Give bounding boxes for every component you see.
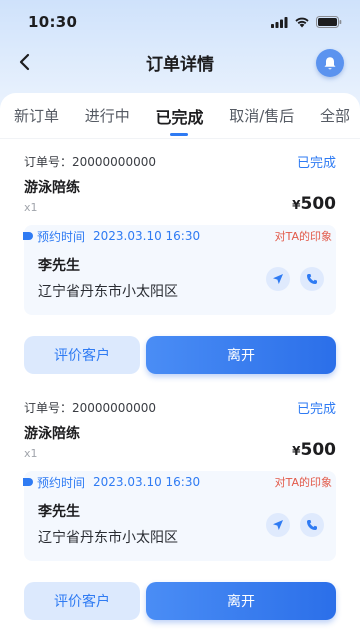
order-status: 已完成 xyxy=(296,401,336,417)
status-icons xyxy=(271,16,342,28)
order-card[interactable]: 订单号：20000000000 已完成 游泳陪练 x1 ¥500 预约时间 20… xyxy=(0,139,360,385)
impression-link[interactable]: 对TA的印象 xyxy=(275,474,332,490)
status-bar: 10:30 xyxy=(0,0,360,44)
call-button[interactable] xyxy=(300,513,324,537)
client-address: 辽宁省丹东市小太阳区 xyxy=(38,530,178,546)
tab-all[interactable]: 全部 xyxy=(320,105,350,126)
tab-new-orders[interactable]: 新订单 xyxy=(14,105,59,126)
location-arrow-icon xyxy=(273,274,283,284)
appointment-label: 预约时间 xyxy=(37,475,86,490)
navigate-button[interactable] xyxy=(266,267,290,291)
back-icon[interactable] xyxy=(12,50,36,74)
rate-client-button[interactable]: 评价客户 xyxy=(24,582,140,620)
signal-icon xyxy=(271,16,288,28)
status-time: 10:30 xyxy=(28,13,78,31)
client-name: 李先生 xyxy=(38,504,80,520)
appointment-box: 预约时间 2023.03.10 16:30 对TA的印象 李先生 辽宁省丹东市小… xyxy=(23,471,336,561)
price-value: 500 xyxy=(300,194,337,214)
appointment-flag-icon xyxy=(23,478,33,486)
tab-in-progress[interactable]: 进行中 xyxy=(85,105,130,126)
navigation-bar: 订单详情 xyxy=(0,44,360,80)
phone-icon xyxy=(307,520,317,530)
page-title: 订单详情 xyxy=(146,54,214,75)
notification-button[interactable] xyxy=(316,49,344,77)
location-arrow-icon xyxy=(273,520,283,530)
appointment-label: 预约时间 xyxy=(37,229,86,244)
order-status: 已完成 xyxy=(296,155,336,171)
battery-icon xyxy=(316,16,342,28)
service-name: 游泳陪练 xyxy=(24,180,80,196)
price-value: 500 xyxy=(300,440,337,460)
leave-button[interactable]: 离开 xyxy=(146,582,336,620)
call-button[interactable] xyxy=(300,267,324,291)
order-card[interactable]: 订单号：20000000000 已完成 游泳陪练 x1 ¥500 预约时间 20… xyxy=(0,385,360,631)
tab-cancelled-aftersale[interactable]: 取消/售后 xyxy=(229,105,294,126)
leave-button[interactable]: 离开 xyxy=(146,336,336,374)
currency-symbol: ¥ xyxy=(292,444,301,458)
rate-client-button[interactable]: 评价客户 xyxy=(24,336,140,374)
appointment-time: 2023.03.10 16:30 xyxy=(93,229,201,243)
appointment-time: 2023.03.10 16:30 xyxy=(93,475,201,489)
wifi-icon xyxy=(295,17,309,28)
impression-link[interactable]: 对TA的印象 xyxy=(275,228,332,244)
order-price: ¥500 xyxy=(292,440,336,460)
client-name: 李先生 xyxy=(38,258,80,274)
service-quantity: x1 xyxy=(24,447,38,460)
order-list-panel: 新订单 进行中 已完成 取消/售后 全部 订单号：20000000000 已完成… xyxy=(0,93,360,640)
tab-completed[interactable]: 已完成 xyxy=(155,104,203,128)
appointment-flag-icon xyxy=(23,232,33,240)
order-price: ¥500 xyxy=(292,194,336,214)
service-quantity: x1 xyxy=(24,201,38,214)
order-number: 订单号：20000000000 xyxy=(24,400,156,415)
navigate-button[interactable] xyxy=(266,513,290,537)
order-tabs: 新订单 进行中 已完成 取消/售后 全部 xyxy=(0,93,360,139)
bell-icon xyxy=(324,56,336,69)
service-name: 游泳陪练 xyxy=(24,426,80,442)
client-address: 辽宁省丹东市小太阳区 xyxy=(38,284,178,300)
phone-icon xyxy=(307,274,317,284)
currency-symbol: ¥ xyxy=(292,198,301,212)
order-number: 订单号：20000000000 xyxy=(24,154,156,169)
appointment-box: 预约时间 2023.03.10 16:30 对TA的印象 李先生 辽宁省丹东市小… xyxy=(23,225,336,315)
